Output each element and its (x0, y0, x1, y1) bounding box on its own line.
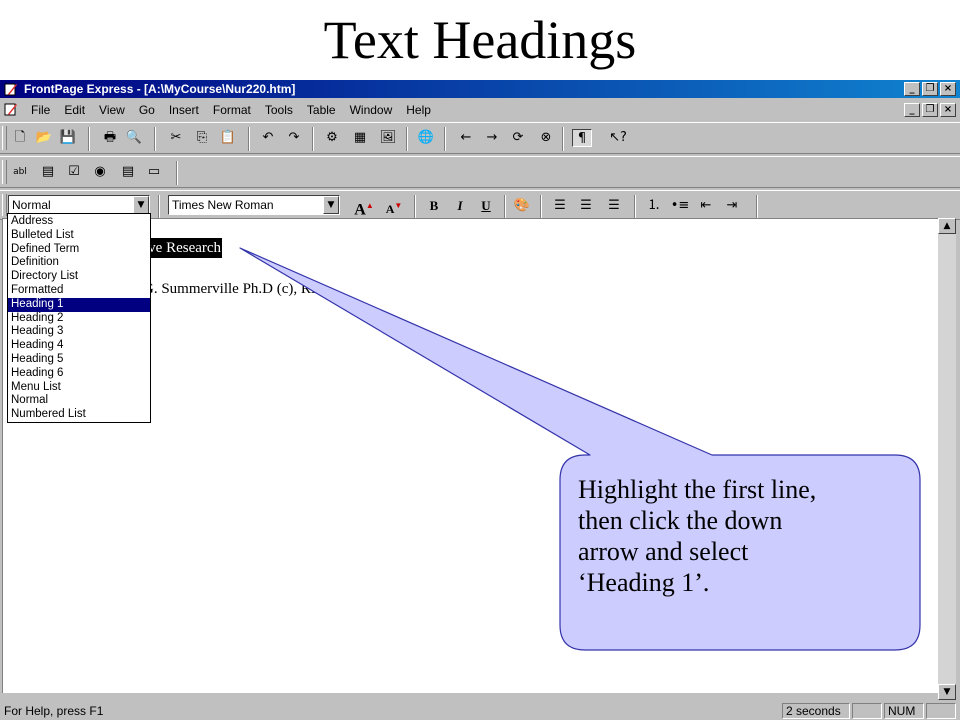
callout-text: Highlight the first line, then click the… (578, 474, 908, 598)
callout-line: Highlight the first line, (578, 475, 817, 504)
callout-line: arrow and select (578, 537, 749, 566)
callout-line: then click the down (578, 506, 783, 535)
callout-line: ‘Heading 1’. (578, 568, 710, 597)
callout-bubble (239, 247, 921, 651)
